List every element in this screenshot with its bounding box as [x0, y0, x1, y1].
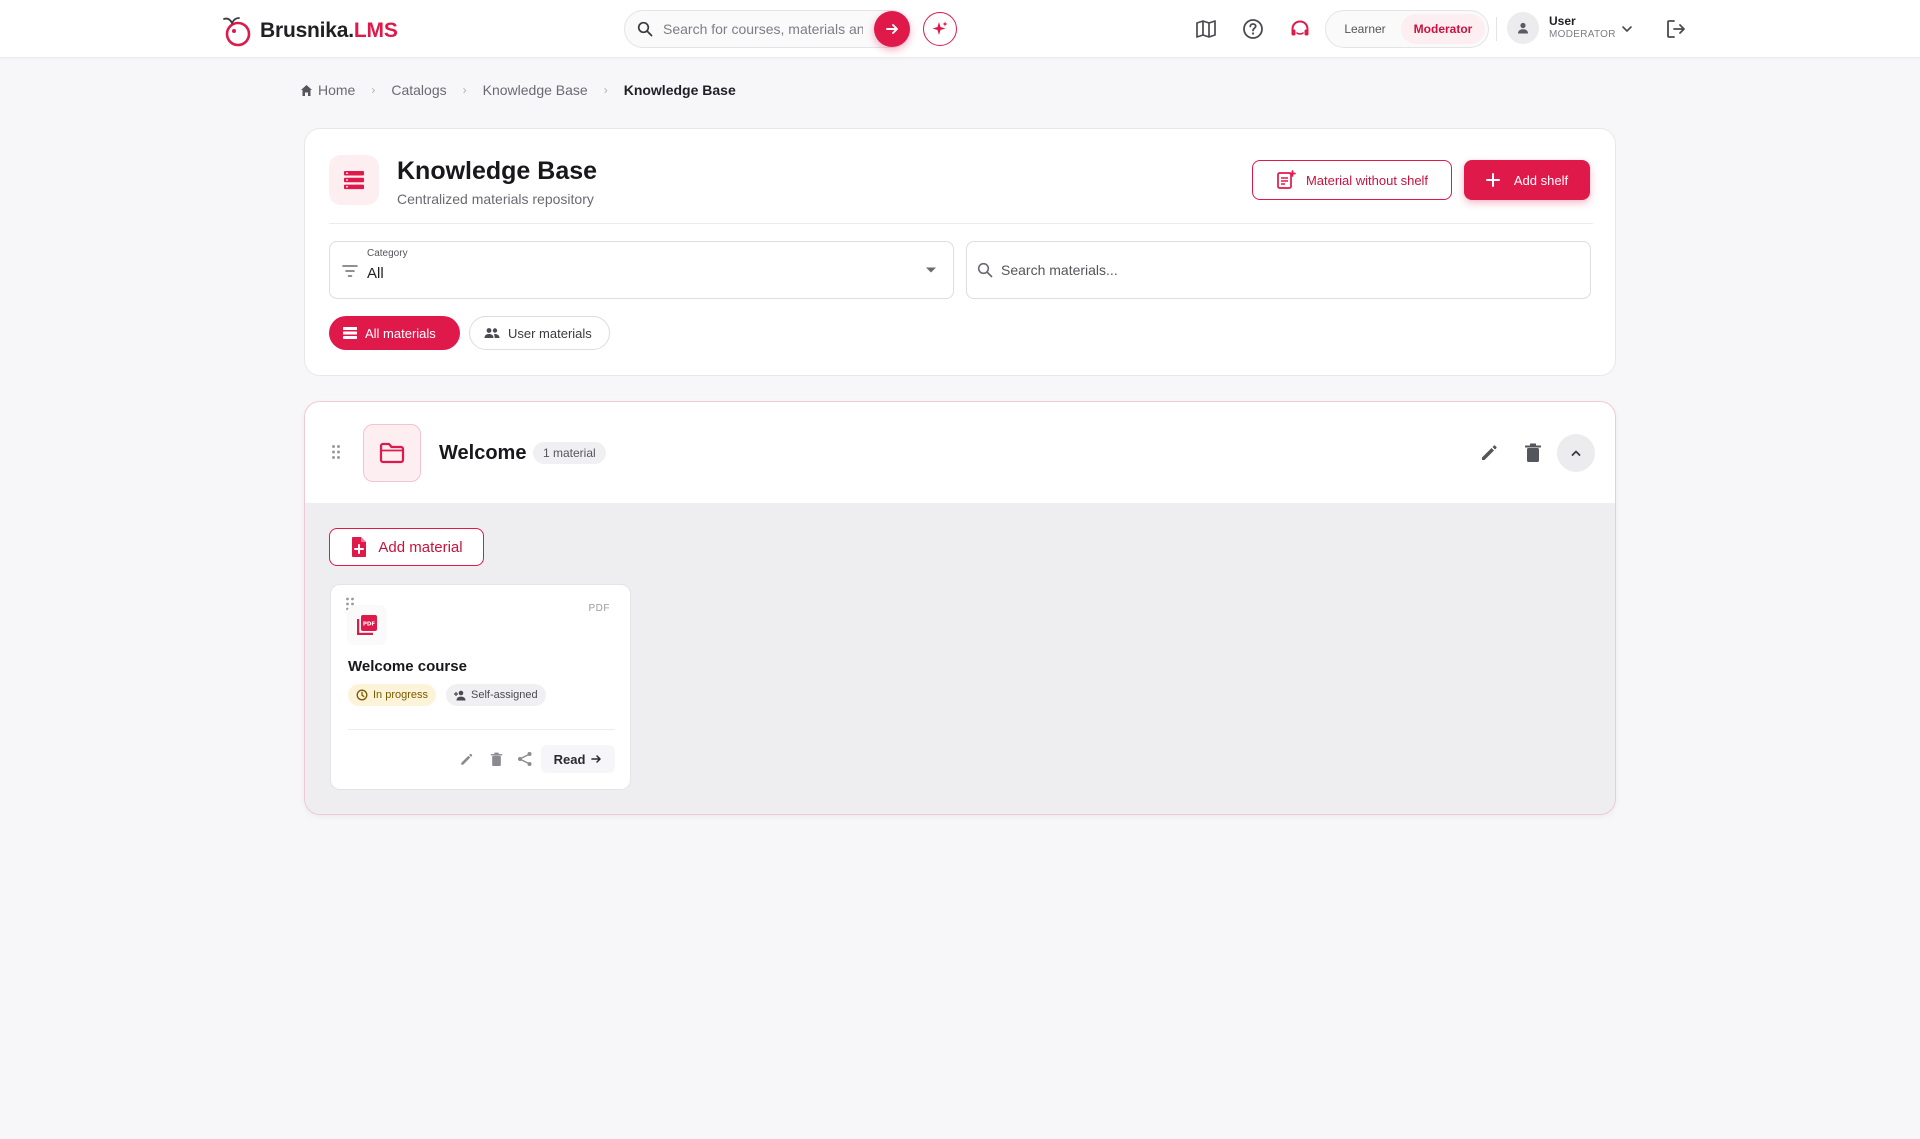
note-add-icon — [1276, 170, 1296, 190]
add-shelf-button[interactable]: Add shelf — [1464, 160, 1590, 200]
assignment-label: Self-assigned — [471, 689, 538, 701]
filter-icon — [342, 264, 358, 278]
category-value: All — [367, 265, 384, 282]
category-select[interactable]: Category All — [329, 241, 954, 299]
search-submit-button[interactable] — [874, 11, 910, 47]
plus-icon — [1485, 173, 1500, 187]
brand-name: Brusnika.LMS — [260, 19, 398, 42]
user-menu[interactable]: User MODERATOR — [1507, 12, 1616, 44]
pdf-file-icon: PDF — [347, 605, 387, 645]
trash-icon — [1524, 443, 1542, 463]
arrow-right-icon — [884, 21, 900, 37]
status-label: In progress — [373, 689, 429, 701]
shelf-header: Welcome 1 material — [305, 402, 1615, 503]
material-search — [966, 241, 1591, 299]
divider — [348, 729, 615, 730]
top-bar: Brusnika.LMS Learner Moderator — [0, 0, 1920, 58]
breadcrumb: Home › Catalogs › Knowledge Base › Knowl… — [300, 82, 736, 98]
global-search-input[interactable] — [663, 21, 863, 37]
breadcrumb-current: Knowledge Base — [623, 82, 736, 98]
sparkle-icon — [931, 20, 949, 38]
brand-logo[interactable]: Brusnika.LMS — [220, 14, 398, 48]
person-add-icon — [454, 690, 466, 701]
collapse-shelf-button[interactable] — [1557, 434, 1595, 472]
filter-all-materials-label: All materials — [365, 325, 436, 341]
avatar — [1507, 12, 1539, 44]
category-label: Category — [367, 248, 408, 259]
trash-icon — [490, 752, 503, 767]
page-subtitle: Centralized materials repository — [397, 191, 594, 207]
breadcrumb-separator: › — [462, 83, 467, 97]
role-switch: Learner Moderator — [1325, 10, 1489, 48]
breadcrumb-separator: › — [371, 83, 376, 97]
edit-shelf-button[interactable] — [1476, 440, 1502, 466]
arrow-right-icon — [590, 753, 602, 765]
read-label: Read — [553, 751, 586, 767]
breadcrumb-knowledge-base[interactable]: Knowledge Base — [483, 82, 588, 98]
breadcrumb-separator: › — [603, 83, 608, 97]
role-moderator[interactable]: Moderator — [1401, 14, 1485, 44]
berry-logo-icon — [220, 14, 254, 48]
search-icon — [637, 21, 653, 37]
ai-assistant-button[interactable] — [923, 12, 957, 46]
shelf-title: Welcome — [439, 442, 527, 464]
list-icon — [329, 155, 379, 205]
user-role: MODERATOR — [1549, 29, 1616, 41]
dropdown-arrow-icon — [925, 266, 937, 274]
list-icon — [343, 327, 357, 339]
status-badge: In progress — [348, 684, 437, 706]
search-icon — [977, 262, 993, 278]
material-title: Welcome course — [348, 658, 467, 675]
home-icon — [300, 84, 313, 97]
assignment-badge: Self-assigned — [446, 684, 546, 706]
filter-user-materials[interactable]: User materials — [469, 316, 610, 350]
user-name: User — [1549, 14, 1576, 29]
role-learner[interactable]: Learner — [1329, 14, 1401, 44]
chevron-down-icon[interactable] — [1620, 22, 1634, 36]
drag-handle-icon[interactable] — [331, 444, 341, 460]
material-without-shelf-label: Material without shelf — [1305, 172, 1429, 188]
edit-material-button[interactable] — [456, 749, 476, 769]
divider — [329, 223, 1593, 224]
help-icon[interactable] — [1240, 16, 1266, 42]
pencil-icon — [459, 752, 474, 767]
user-icon — [1516, 21, 1530, 35]
svg-text:PDF: PDF — [363, 622, 376, 628]
page-title: Knowledge Base — [397, 157, 598, 185]
knowledge-base-header: Knowledge Base Centralized materials rep… — [304, 128, 1616, 376]
users-icon — [484, 327, 500, 339]
share-icon — [517, 751, 533, 767]
filter-user-materials-label: User materials — [508, 325, 592, 341]
material-count-badge: 1 material — [533, 442, 606, 464]
clock-icon — [356, 689, 368, 701]
chevron-up-icon — [1569, 446, 1583, 460]
shelf: Welcome 1 material Add material PDF PDF … — [304, 401, 1616, 815]
logout-icon[interactable] — [1664, 17, 1688, 41]
global-search — [624, 10, 910, 48]
support-icon[interactable] — [1287, 16, 1313, 42]
material-type: PDF — [588, 603, 610, 614]
material-without-shelf-button[interactable]: Material without shelf — [1252, 160, 1452, 200]
map-icon[interactable] — [1193, 16, 1219, 42]
add-material-label: Add material — [378, 538, 463, 556]
pencil-icon — [1479, 443, 1499, 463]
divider — [1496, 17, 1497, 41]
delete-shelf-button[interactable] — [1520, 440, 1546, 466]
material-card[interactable]: PDF PDF Welcome course In progress Self-… — [330, 584, 631, 790]
file-add-icon — [350, 536, 368, 558]
share-material-button[interactable] — [515, 749, 535, 769]
filter-all-materials[interactable]: All materials — [329, 316, 460, 350]
breadcrumb-catalogs[interactable]: Catalogs — [391, 82, 446, 98]
folder-icon — [363, 424, 421, 482]
delete-material-button[interactable] — [486, 749, 506, 769]
read-button[interactable]: Read — [541, 745, 615, 773]
material-search-input[interactable] — [1001, 262, 1561, 278]
add-shelf-label: Add shelf — [1513, 172, 1569, 188]
add-material-button[interactable]: Add material — [329, 528, 484, 566]
breadcrumb-home[interactable]: Home — [300, 82, 355, 98]
